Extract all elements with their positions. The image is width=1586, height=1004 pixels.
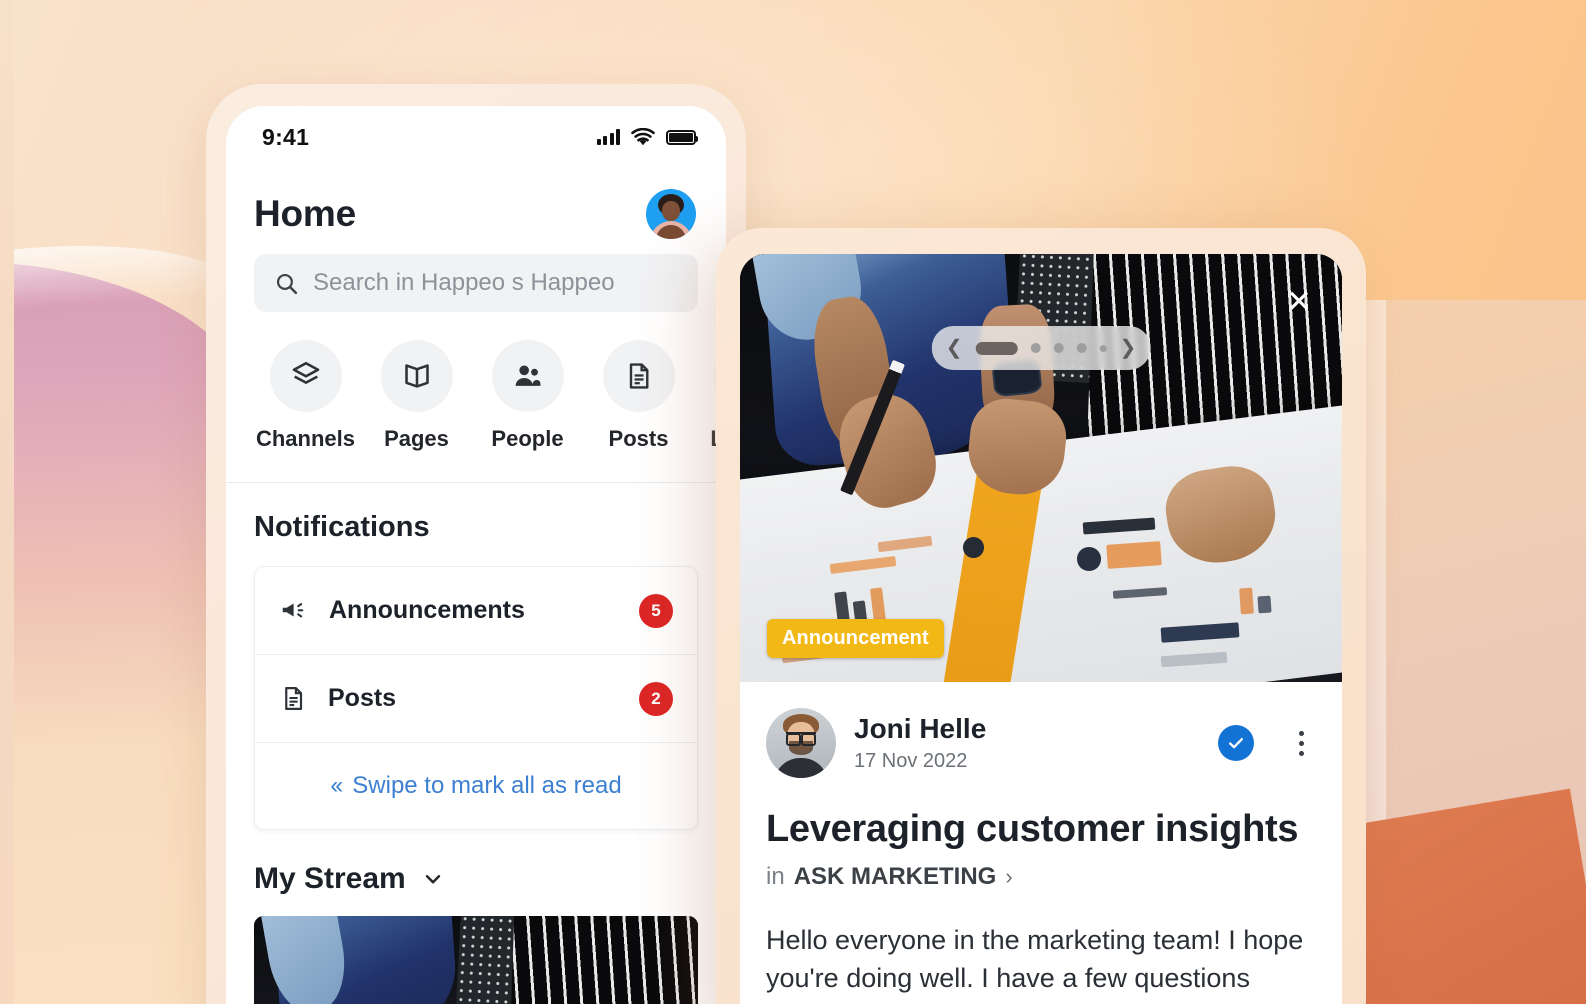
post-hero-image[interactable]: ✕ ❮ ❯ Announcement — [740, 254, 1342, 682]
status-time: 9:41 — [262, 123, 310, 150]
people-icon — [515, 365, 540, 386]
book-icon — [404, 364, 429, 388]
announcement-badge: Announcement — [767, 619, 944, 658]
verified-check-icon[interactable] — [1218, 725, 1254, 761]
author-name: Joni Helle — [854, 713, 987, 745]
status-bar: 9:41 — [226, 106, 726, 168]
post-detail-screen: ✕ ❮ ❯ Announcement Joni Helle 17 Nov 202… — [740, 254, 1342, 1004]
chevron-right-icon[interactable]: ❯ — [1120, 338, 1137, 358]
chevron-left-icon[interactable]: ❮ — [946, 338, 963, 358]
notification-row-announcements[interactable]: Announcements 5 — [255, 567, 697, 655]
quick-nav-channels[interactable]: Channels — [250, 340, 361, 452]
notification-label: Announcements — [329, 596, 525, 624]
pager-active-indicator — [975, 341, 1018, 355]
quick-nav-label: Channels — [255, 426, 356, 451]
search-input[interactable]: Search in Happeo s Happeo — [254, 254, 698, 312]
post-channel-name: ASK MARKETING — [793, 863, 997, 890]
check-glyph — [1229, 738, 1243, 749]
my-stream-header[interactable]: My Stream — [226, 830, 726, 896]
post-context-preposition: in — [766, 863, 785, 890]
search-icon — [276, 273, 298, 294]
document-icon — [285, 687, 303, 710]
kebab-menu-icon[interactable] — [1286, 730, 1316, 756]
mark-all-label: Swipe to mark all as read — [352, 772, 622, 799]
author-meta: Joni Helle 17 Nov 2022 — [854, 713, 1200, 772]
home-header: Home — [226, 168, 726, 254]
document-icon — [629, 363, 648, 389]
quick-nav-row: Channels Pages People Posts — [226, 312, 726, 452]
megaphone-icon — [282, 602, 304, 617]
pager-dot[interactable] — [1030, 343, 1041, 353]
quick-nav-label: People — [491, 426, 564, 451]
post-author-row: Joni Helle 17 Nov 2022 — [766, 708, 1316, 778]
pager-dot[interactable] — [1053, 343, 1064, 353]
notifications-title: Notifications — [254, 511, 430, 543]
post-body: Joni Helle 17 Nov 2022 Leveraging custom… — [740, 682, 1342, 1004]
phone-post-detail-mockup: ✕ ❮ ❯ Announcement Joni Helle 17 Nov 202… — [716, 228, 1366, 1004]
home-screen: 9:41 Home Search in Happeo s Happeo Chan… — [226, 106, 726, 1004]
wifi-icon — [631, 127, 655, 145]
image-pager[interactable]: ❮ ❯ — [931, 326, 1151, 370]
pager-dot[interactable] — [1099, 344, 1107, 352]
quick-nav-pages[interactable]: Pages — [361, 340, 472, 452]
mark-all-as-read-button[interactable]: ‹‹ Swipe to mark all as read — [255, 743, 697, 829]
chevron-down-icon — [425, 875, 440, 884]
status-icon-group — [596, 127, 698, 147]
post-channel-link[interactable]: in ASK MARKETING › — [766, 863, 1316, 891]
post-body-text: Hello everyone in the marketing team! I … — [766, 925, 1304, 1004]
notifications-card: Announcements 5 Posts 2 ‹‹ Swipe to mark… — [254, 566, 698, 830]
post-date: 17 Nov 2022 — [854, 749, 968, 772]
hero-photo: ✕ ❮ ❯ Announcement — [740, 254, 1342, 682]
phone-home-mockup: 9:41 Home Search in Happeo s Happeo Chan… — [206, 84, 746, 1004]
battery-icon — [666, 129, 698, 145]
notification-row-posts[interactable]: Posts 2 — [255, 655, 697, 743]
layers-icon — [292, 361, 319, 384]
page-title: Home — [254, 193, 356, 234]
quick-nav-posts[interactable]: Posts — [583, 340, 694, 452]
close-icon[interactable]: ✕ — [1282, 284, 1316, 318]
notification-label: Posts — [328, 684, 397, 712]
stream-post-image[interactable] — [254, 916, 698, 1004]
search-placeholder: Search in Happeo s Happeo — [313, 269, 615, 296]
cellular-signal-icon — [596, 129, 620, 145]
stream-photo — [254, 916, 698, 1004]
my-stream-title: My Stream — [254, 862, 406, 895]
post-title: Leveraging customer insights — [766, 808, 1299, 850]
screenshot-stage: 9:41 Home Search in Happeo s Happeo Chan… — [0, 0, 1586, 1004]
background-left-edge — [0, 0, 14, 1004]
author-avatar[interactable] — [766, 708, 836, 778]
quick-nav-people[interactable]: People — [472, 340, 583, 452]
notification-badge: 2 — [639, 681, 673, 716]
notification-badge: 5 — [639, 593, 673, 628]
pager-dot[interactable] — [1076, 343, 1087, 353]
quick-nav-label: Posts — [608, 426, 669, 451]
search-area: Search in Happeo s Happeo — [226, 254, 726, 312]
user-avatar[interactable] — [646, 189, 696, 239]
double-chevron-left-icon: ‹‹ — [330, 772, 343, 799]
chevron-right-icon: › — [1005, 864, 1013, 889]
quick-nav-label: Pages — [384, 426, 449, 451]
